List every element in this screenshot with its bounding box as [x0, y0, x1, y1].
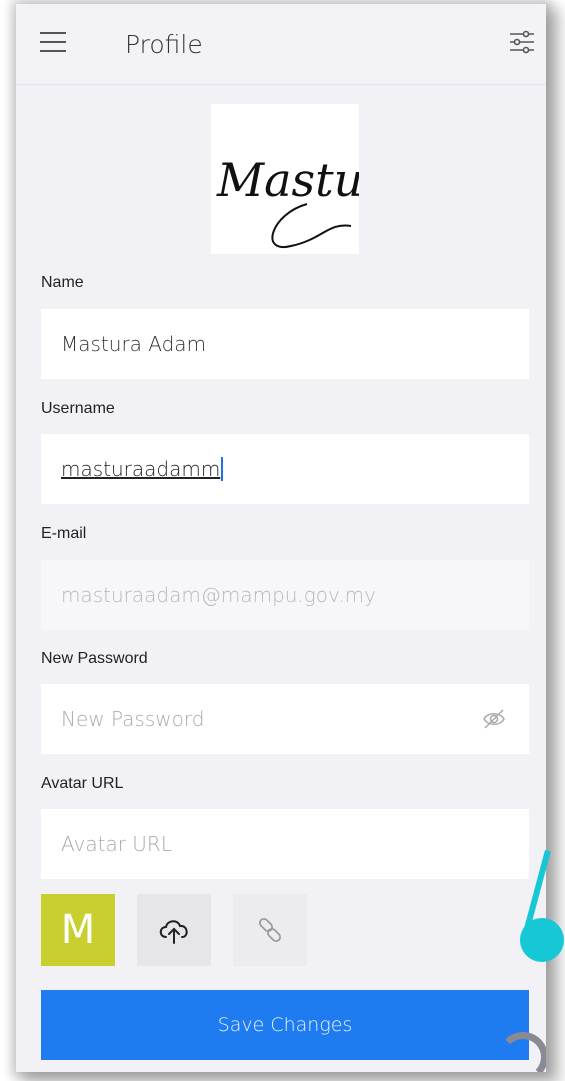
signature-logo: Mastura	[216, 153, 359, 249]
email-value: masturaadam@mampu.gov.my	[61, 583, 376, 607]
cloud-upload-icon	[159, 920, 188, 944]
username-label: Username	[41, 400, 115, 417]
password-field[interactable]: New Password	[41, 684, 529, 754]
avatar-url-placeholder: Avatar URL	[61, 832, 172, 856]
password-placeholder: New Password	[61, 707, 205, 731]
save-changes-button[interactable]: Save Changes	[41, 990, 529, 1060]
loading-spinner	[498, 1032, 546, 1072]
username-value: masturaadamm	[61, 457, 221, 481]
link-icon	[258, 917, 282, 943]
eye-off-icon[interactable]	[481, 706, 507, 732]
text-cursor	[221, 457, 224, 481]
email-field: masturaadam@mampu.gov.my	[41, 560, 529, 630]
top-app-bar: Profile	[16, 4, 546, 85]
page-title: Profile	[125, 30, 203, 59]
initial-avatar-option[interactable]: M	[41, 894, 115, 966]
password-label: New Password	[41, 650, 148, 667]
upload-avatar-button[interactable]	[137, 894, 211, 966]
name-field[interactable]: Mastura Adam	[41, 309, 529, 379]
name-label: Name	[41, 274, 84, 291]
link-avatar-button[interactable]	[233, 894, 307, 966]
avatar-url-label: Avatar URL	[41, 775, 124, 792]
email-label: E-mail	[41, 525, 87, 542]
hamburger-menu-icon[interactable]	[40, 32, 66, 52]
profile-screen: Profile Mastura Name Mastura Adam Userna…	[16, 4, 546, 1072]
filter-settings-icon[interactable]	[508, 28, 536, 56]
pointer-annotation-dot	[520, 918, 564, 962]
avatar-url-field[interactable]: Avatar URL	[41, 809, 529, 879]
name-value: Mastura Adam	[61, 332, 207, 356]
initial-letter: M	[60, 907, 96, 953]
avatar-image[interactable]: Mastura	[211, 104, 359, 254]
username-field[interactable]: masturaadamm	[41, 434, 529, 504]
signature-text: Mastura	[216, 153, 359, 207]
